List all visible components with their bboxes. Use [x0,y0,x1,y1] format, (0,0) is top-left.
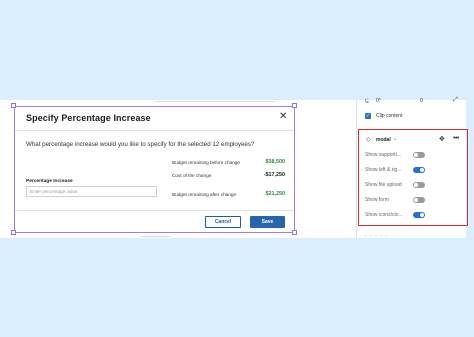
property-label-show-left-right: Show left & rig... [365,167,402,173]
component-icon: ◇ [366,137,371,143]
percentage-input[interactable] [26,186,157,197]
toggle-show-supporting[interactable] [413,152,425,158]
toggle-knob [414,183,418,187]
clip-content-checkbox[interactable]: ✓ [365,113,371,119]
close-icon[interactable]: ✕ [279,112,287,122]
panel-section-label: · · · · · [365,233,388,239]
property-label-show-file-upload: Show file upload [365,182,402,188]
modal-frame[interactable]: Specify Percentage Increase ✕ What perce… [14,106,295,233]
stat-label-after: Budget remaining after change [172,192,237,197]
stat-value-after: $21,250 [265,191,286,197]
more-icon[interactable]: ••• [453,135,459,142]
stat-label-before: Budget remaining before change [172,160,241,165]
property-label-show-icons: Show icons/clo... [365,212,403,218]
canvas-guide-line [140,236,170,237]
resize-handle-top-right[interactable] [292,103,297,108]
toggle-show-file-upload[interactable] [413,182,425,188]
canvas-guide-line [155,101,275,102]
toggle-show-form[interactable] [413,197,425,203]
chevron-down-icon[interactable]: ⌄ [393,136,397,142]
property-label-show-supporting: Show supporti... [365,152,401,158]
toggle-knob [420,168,424,172]
clip-content-label: Clip content [376,113,403,119]
panel-divider [356,100,357,238]
target-icon[interactable]: ✥ [439,135,445,143]
percentage-field-label: Percentage Increase [26,179,73,184]
title-divider [15,130,294,131]
rotation-icon: ⊑ [365,98,370,104]
rotation-value[interactable]: 0° [376,98,381,104]
corner-radius-value[interactable]: 0 [420,98,423,104]
toggle-knob [414,153,418,157]
stat-value-cost: -$17,250 [263,172,285,178]
toggle-show-left-right[interactable] [413,167,425,173]
save-button[interactable]: Save [250,216,285,228]
resize-handle-bottom-right[interactable] [292,230,297,235]
modal-title: Specify Percentage Increase [26,113,151,123]
footer-divider [15,210,294,211]
cancel-button[interactable]: Cancel [205,216,241,228]
component-name[interactable]: modal [376,137,391,143]
resize-handle-bottom-left[interactable] [11,230,16,235]
property-label-show-form: Show form [365,197,389,203]
toggle-show-icons[interactable] [413,212,425,218]
expand-icon[interactable]: ⤢ [453,97,458,104]
toggle-knob [420,213,424,217]
stat-value-before: $38,500 [265,159,286,165]
modal-question: What percentage increase would you like … [26,141,255,148]
stat-label-cost: Cost of the change [172,173,212,178]
resize-handle-top-left[interactable] [11,103,16,108]
toggle-knob [414,198,418,202]
